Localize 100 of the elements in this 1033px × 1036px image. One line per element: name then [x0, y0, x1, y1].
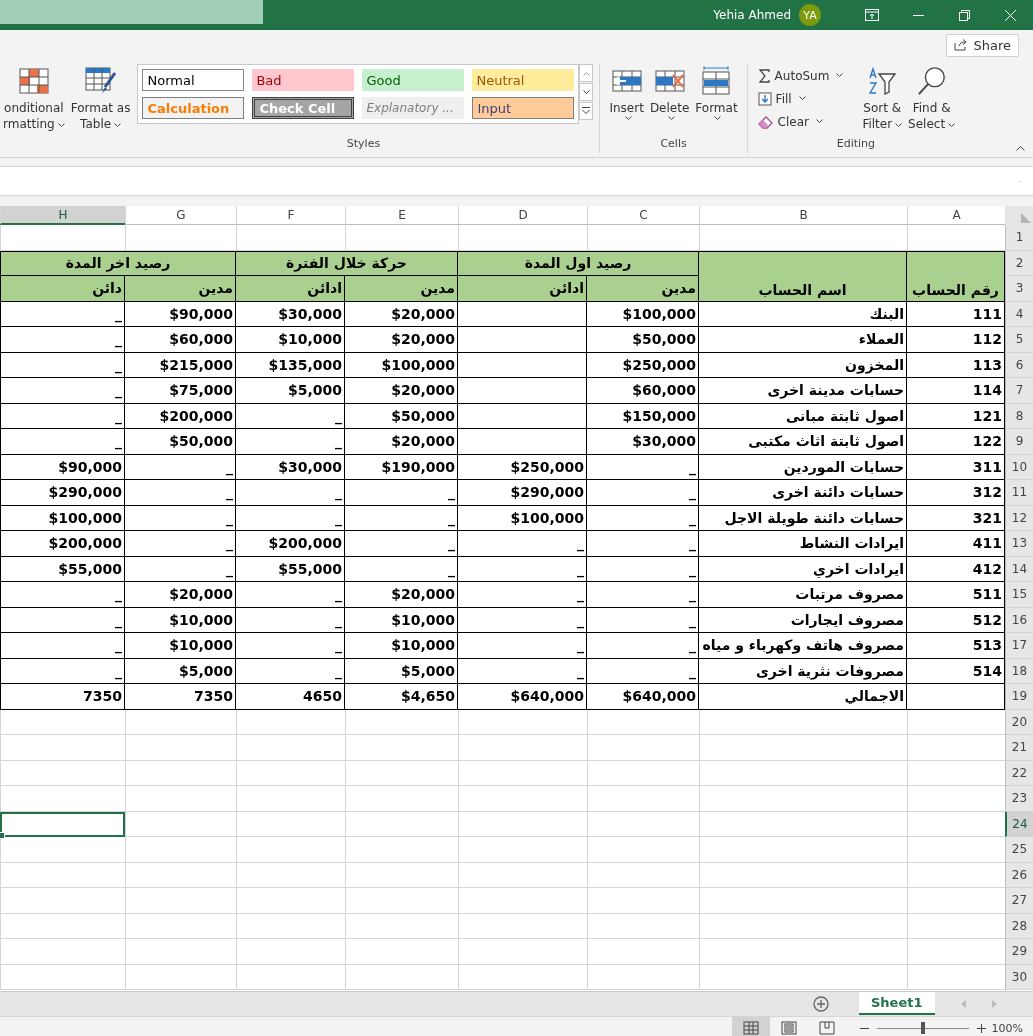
row-header[interactable]: 25	[1005, 837, 1033, 863]
zoom-thumb[interactable]	[920, 1022, 925, 1034]
sheet-tab[interactable]: Sheet1	[859, 992, 935, 1015]
row-header[interactable]: 15	[1005, 582, 1033, 608]
search-box[interactable]	[0, 0, 263, 24]
empty-cell[interactable]	[458, 403, 587, 429]
selected-cell[interactable]	[0, 811, 125, 837]
cell-style-option[interactable]: Neutral	[472, 69, 575, 91]
close-icon[interactable]	[1004, 9, 1016, 21]
ribbon-button[interactable]: Delete	[646, 64, 693, 123]
view-button[interactable]	[731, 1017, 770, 1036]
ribbon-display-icon[interactable]	[865, 9, 879, 21]
row-header[interactable]: 10	[1005, 454, 1033, 480]
column-header[interactable]: F	[236, 206, 345, 225]
ribbon-button[interactable]: AutoSum	[753, 64, 860, 87]
table-cell: $250,000	[458, 454, 587, 480]
table-cell: _	[587, 658, 699, 684]
row-header[interactable]: 23	[1005, 786, 1033, 812]
row-header[interactable]: 7	[1005, 378, 1033, 404]
column-header[interactable]: C	[587, 206, 699, 225]
row-header[interactable]: 20	[1005, 709, 1033, 735]
column-header[interactable]: E	[345, 206, 458, 225]
column-header[interactable]: H	[0, 206, 125, 225]
row-header[interactable]: 6	[1005, 352, 1033, 378]
cell-style-option[interactable]: Good	[362, 69, 465, 91]
table-cell: $200,000	[0, 531, 125, 557]
cell-style-option[interactable]: Normal	[142, 69, 245, 91]
table-cell: _	[587, 582, 699, 608]
empty-cell[interactable]	[458, 429, 587, 455]
row-header[interactable]: 1	[1005, 225, 1033, 251]
column-header[interactable]: D	[458, 206, 587, 225]
row-header[interactable]: 24	[1005, 811, 1033, 837]
row-header[interactable]: 19	[1005, 684, 1033, 710]
row-header[interactable]: 13	[1005, 531, 1033, 557]
zoom-level[interactable]: 100%	[991, 1021, 1023, 1035]
row-header[interactable]: 12	[1005, 505, 1033, 531]
row-header[interactable]: 16	[1005, 607, 1033, 633]
table-cell: _	[458, 607, 587, 633]
table-cell: $4,650	[345, 684, 458, 710]
row-header[interactable]: 5	[1005, 327, 1033, 353]
ribbon-button[interactable]: Insert	[606, 64, 647, 123]
minimize-icon[interactable]	[912, 14, 924, 16]
row-header[interactable]: 27	[1005, 888, 1033, 914]
table-cell: $10,000	[125, 633, 236, 659]
add-sheet-icon[interactable]	[813, 996, 829, 1012]
table-cell: _	[587, 633, 699, 659]
table-cell: 311	[907, 454, 1005, 480]
table-cell: $50,000	[345, 403, 458, 429]
ribbon-button[interactable]: Fill	[753, 87, 860, 110]
row-header[interactable]: 29	[1005, 939, 1033, 965]
empty-cell[interactable]	[458, 352, 587, 378]
ribbon-button[interactable]: Sort & Filter	[859, 64, 906, 134]
header-cell: رصيد اخر المدة	[0, 250, 236, 276]
row-header[interactable]: 21	[1005, 735, 1033, 761]
empty-cell[interactable]	[458, 378, 587, 404]
restore-icon[interactable]	[958, 9, 970, 21]
scroll-right-icon[interactable]	[991, 1000, 997, 1008]
row-header[interactable]: 18	[1005, 658, 1033, 684]
table-cell: _	[0, 403, 125, 429]
row-header[interactable]: 8	[1005, 403, 1033, 429]
empty-cell[interactable]	[458, 327, 587, 353]
ribbon-button[interactable]: Find & Select	[905, 64, 959, 134]
table-cell: _	[0, 582, 125, 608]
row-header[interactable]: 26	[1005, 862, 1033, 888]
ribbon-button[interactable]: Format as Table	[67, 64, 134, 134]
table-cell: _	[587, 556, 699, 582]
chevron-down-icon	[667, 116, 675, 121]
row-header[interactable]: 4	[1005, 301, 1033, 327]
table-cell: _	[0, 378, 125, 404]
select-all-icon[interactable]	[1021, 213, 1031, 223]
table-cell: 511	[907, 582, 1005, 608]
cell-style-option[interactable]: Bad	[252, 69, 355, 91]
row-header[interactable]: 22	[1005, 760, 1033, 786]
row-header[interactable]: 2	[1005, 250, 1033, 276]
row-header[interactable]: 11	[1005, 480, 1033, 506]
row-header[interactable]: 28	[1005, 913, 1033, 939]
ribbon-button[interactable]: Clear	[753, 110, 860, 133]
more-styles-button[interactable]	[579, 102, 594, 120]
cell-style-option[interactable]: Explanatory ...	[362, 97, 465, 119]
zoom-in-icon[interactable]	[976, 1023, 986, 1033]
scroll-left-icon[interactable]	[960, 1000, 966, 1008]
ribbon-button[interactable]: onditional rmatting	[0, 64, 68, 134]
scroll-up-button[interactable]	[579, 64, 594, 82]
column-header[interactable]: G	[125, 206, 236, 225]
column-header[interactable]: A	[907, 206, 1005, 225]
cell-style-option[interactable]: Input	[472, 97, 575, 119]
row-header[interactable]: 3	[1005, 276, 1033, 302]
table-cell: $20,000	[345, 582, 458, 608]
share-button[interactable]: Share	[946, 33, 1019, 57]
table-cell: $10,000	[125, 607, 236, 633]
column-header[interactable]: B	[699, 206, 907, 225]
ribbon-button[interactable]: Format	[692, 64, 741, 123]
row-header[interactable]: 30	[1005, 964, 1033, 990]
empty-cell[interactable]	[458, 301, 587, 327]
table-cell: _	[236, 607, 345, 633]
row-header[interactable]: 9	[1005, 429, 1033, 455]
collapse-ribbon-icon[interactable]	[1016, 146, 1025, 151]
row-header[interactable]: 14	[1005, 556, 1033, 582]
row-header[interactable]: 17	[1005, 633, 1033, 659]
table-cell: $60,000	[125, 327, 236, 353]
